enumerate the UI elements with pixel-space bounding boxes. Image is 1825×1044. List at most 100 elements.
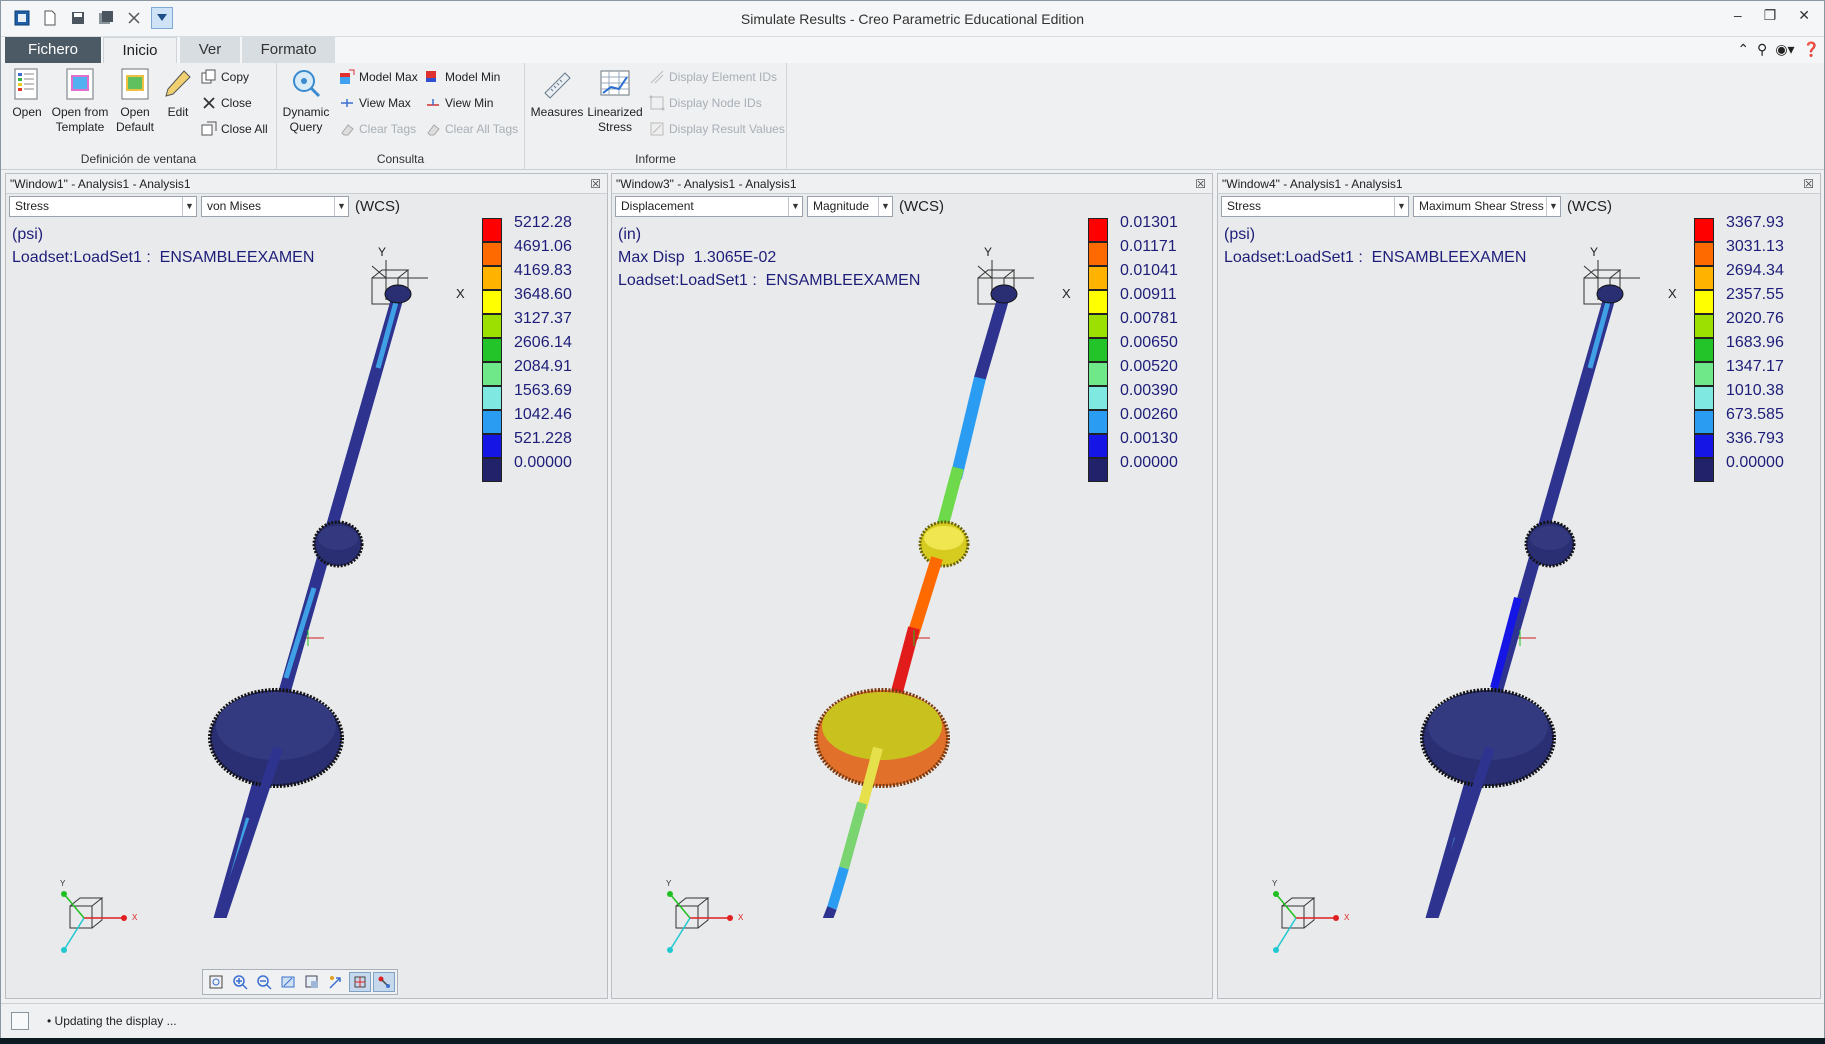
dynamic-query-icon — [293, 70, 321, 98]
zoom-in-icon[interactable] — [229, 972, 251, 992]
svg-text:Y: Y — [1272, 879, 1278, 888]
window-3-header: "Window3" - Analysis1 - Analysis1 ☒ — [612, 174, 1212, 194]
svg-text:X: X — [456, 286, 465, 301]
display-node-ids-button[interactable]: Display Node IDs — [649, 95, 762, 111]
result-values-icon — [649, 121, 665, 137]
maximize-icon[interactable]: ❐ — [1764, 7, 1777, 24]
model-tree-icon[interactable] — [373, 972, 395, 992]
clear-all-tags-button[interactable]: Clear All Tags — [425, 121, 518, 137]
window-1-header: "Window1" - Analysis1 - Analysis1 ☒ — [6, 174, 607, 194]
close-all-button[interactable]: Close All — [201, 121, 268, 137]
clear-tags-button[interactable]: Clear Tags — [339, 121, 416, 137]
status-message: • Updating the display ... — [47, 1014, 177, 1028]
query-group: Dynamic Query Model Max Model Min View M… — [277, 63, 525, 170]
svg-text:Y: Y — [378, 245, 386, 259]
pencil-icon — [165, 70, 191, 97]
quantity-select[interactable]: Stress ▼ — [1221, 196, 1409, 217]
close-icon[interactable]: ✕ — [1798, 7, 1810, 24]
status-toggle-checkbox[interactable] — [11, 1012, 29, 1030]
svg-text:Y: Y — [666, 879, 672, 888]
model-min-button[interactable]: Model Min — [425, 69, 500, 85]
display-style-icon[interactable] — [301, 972, 323, 992]
svg-text:X: X — [1668, 286, 1677, 301]
copy-icon — [201, 69, 217, 85]
ruler-icon — [544, 72, 571, 99]
view-triad-icon: YX — [1272, 879, 1350, 953]
model-max-icon — [339, 69, 355, 85]
minimize-icon[interactable]: – — [1734, 7, 1742, 24]
chevron-down-icon: ▼ — [878, 197, 892, 216]
template-icon — [66, 68, 94, 100]
chevron-down-icon: ▼ — [788, 197, 802, 216]
view-toolbar — [202, 969, 398, 995]
results-window-3[interactable]: "Window3" - Analysis1 - Analysis1 ☒ Displ… — [611, 173, 1213, 999]
window-4-selectors: Stress ▼ Maximum Shear Stress ▼ (WCS) — [1221, 196, 1612, 217]
close-all-icon — [201, 121, 217, 137]
default-icon — [121, 68, 149, 100]
csys-label: (WCS) — [1567, 198, 1612, 215]
linearized-stress-button[interactable]: Linearized Stress — [587, 67, 643, 135]
tab-inicio[interactable]: Inicio — [103, 37, 177, 63]
component-select[interactable]: von Mises ▼ — [201, 196, 349, 217]
display-result-values-button[interactable]: Display Result Values — [649, 121, 785, 137]
open-button[interactable]: Open — [9, 67, 45, 120]
shaft-assembly-model[interactable]: Y X — [6, 218, 606, 918]
open-default-button[interactable]: Open Default — [115, 67, 155, 135]
svg-text:X: X — [738, 913, 744, 922]
results-window-4[interactable]: "Window4" - Analysis1 - Analysis1 ☒ Stres… — [1217, 173, 1821, 999]
open-from-template-button[interactable]: Open from Template — [49, 67, 111, 135]
window-title: Simulate Results - Creo Parametric Educa… — [740, 11, 1085, 27]
eraser-all-icon — [425, 121, 441, 137]
report-group: Measures Linearized Stress Display Eleme… — [525, 63, 787, 170]
spin-center-icon[interactable] — [349, 972, 371, 992]
quantity-select[interactable]: Displacement ▼ — [615, 196, 803, 217]
saved-orientations-icon[interactable] — [325, 972, 347, 992]
node-ids-icon — [649, 95, 665, 111]
model-max-button[interactable]: Model Max — [339, 69, 418, 85]
results-window-1[interactable]: "Window1" - Analysis1 - Analysis1 ☒ Stres… — [5, 173, 608, 999]
tab-fichero[interactable]: Fichero — [5, 37, 101, 63]
csys-label: (WCS) — [355, 198, 400, 215]
view-min-button[interactable]: View Min — [425, 95, 493, 111]
window-3-selectors: Displacement ▼ Magnitude ▼ (WCS) — [615, 196, 944, 217]
svg-text:X: X — [1062, 286, 1071, 301]
status-bar: • Updating the display ... — [1, 1003, 1824, 1037]
model-min-icon — [425, 69, 441, 85]
copy-button[interactable]: Copy — [201, 69, 249, 85]
svg-text:X: X — [1344, 913, 1350, 922]
close-window-4-icon[interactable]: ☒ — [1803, 174, 1814, 194]
chevron-down-icon: ▼ — [182, 197, 196, 216]
ribbon-tabs: Fichero Inicio Ver Formato ⌃ ⚲ ◉▾ ❓ — [1, 37, 1824, 63]
component-select[interactable]: Magnitude ▼ — [807, 196, 893, 217]
measures-button[interactable]: Measures — [531, 67, 583, 120]
window-1-selectors: Stress ▼ von Mises ▼ (WCS) — [9, 196, 400, 217]
search-icon[interactable]: ⚲ — [1757, 41, 1767, 58]
window-4-header: "Window4" - Analysis1 - Analysis1 ☒ — [1218, 174, 1820, 194]
zoom-out-icon[interactable] — [253, 972, 275, 992]
window-controls: – ❐ ✕ — [1734, 7, 1810, 24]
quantity-select[interactable]: Stress ▼ — [9, 196, 197, 217]
repaint-icon[interactable] — [277, 972, 299, 992]
close-button[interactable]: Close — [201, 95, 252, 111]
help-icon[interactable]: ❓ — [1803, 41, 1820, 58]
dynamic-query-button[interactable]: Dynamic Query — [281, 67, 331, 135]
community-icon[interactable]: ◉▾ — [1775, 41, 1794, 58]
shaft-assembly-model[interactable]: Y X — [1218, 218, 1818, 918]
display-element-ids-button[interactable]: Display Element IDs — [649, 69, 777, 85]
element-ids-icon — [649, 69, 665, 85]
close-window-3-icon[interactable]: ☒ — [1195, 174, 1206, 194]
close-window-1-icon[interactable]: ☒ — [590, 174, 601, 194]
tab-ver[interactable]: Ver — [180, 37, 240, 63]
view-triad-icon: YX — [60, 879, 138, 953]
shaft-assembly-model[interactable]: Y X — [612, 218, 1212, 918]
view-max-button[interactable]: View Max — [339, 95, 411, 111]
title-bar: Simulate Results - Creo Parametric Educa… — [1, 1, 1824, 37]
tab-formato[interactable]: Formato — [242, 37, 335, 63]
component-select[interactable]: Maximum Shear Stress ▼ — [1413, 196, 1561, 217]
view-max-icon — [339, 95, 355, 111]
close-x-icon — [201, 95, 217, 111]
collapse-ribbon-icon[interactable]: ⌃ — [1737, 41, 1749, 58]
refit-icon[interactable] — [205, 972, 227, 992]
edit-button[interactable]: Edit — [161, 67, 195, 120]
view-triad-icon: YX — [666, 879, 744, 953]
